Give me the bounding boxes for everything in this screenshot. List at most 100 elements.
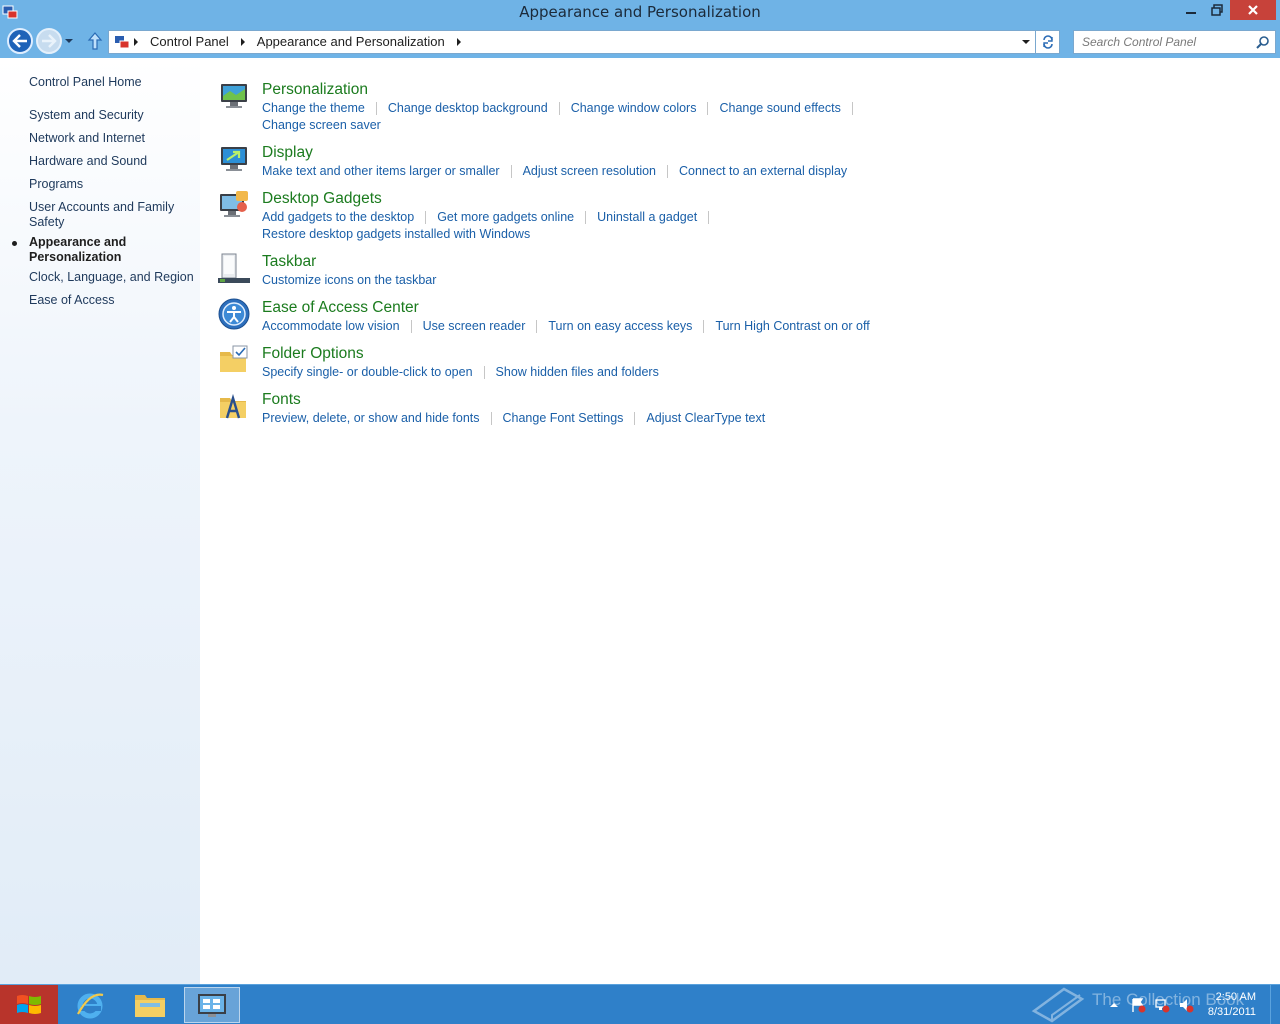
internet-explorer-button[interactable] [62, 987, 118, 1023]
personalization-icon[interactable] [218, 80, 250, 112]
separator [585, 211, 587, 224]
change-screen-saver-link[interactable]: Change screen saver [262, 117, 381, 134]
task-line: Add gadgets to the desktop Get more gadg… [262, 209, 882, 226]
taskbar-title[interactable]: Taskbar [262, 252, 882, 272]
fonts-title[interactable]: Fonts [262, 390, 882, 410]
preview-fonts-link[interactable]: Preview, delete, or show and hide fonts [262, 410, 480, 427]
sidebar: Control Panel Home System and Security N… [0, 58, 200, 984]
sidebar-item-network-and-internet[interactable]: Network and Internet [29, 131, 194, 146]
separator [375, 102, 377, 115]
breadcrumb-control-panel[interactable]: Control Panel [142, 31, 237, 53]
separator [707, 102, 709, 115]
separator [510, 165, 512, 178]
taskbar: The Collection Book 2:50 AM 8/31/2011 [0, 984, 1280, 1024]
separator [634, 412, 636, 425]
title-bar: Appearance and Personalization [0, 0, 1280, 26]
control-panel-taskbar-button[interactable] [184, 987, 240, 1023]
task-line: Change screen saver [262, 117, 882, 134]
close-icon[interactable] [1230, 0, 1276, 20]
adjust-screen-resolution-link[interactable]: Adjust screen resolution [523, 163, 656, 180]
action-center-flag-icon[interactable] [1130, 997, 1146, 1013]
file-explorer-icon [135, 995, 165, 1017]
notification-area [1106, 997, 1194, 1013]
minimize-icon[interactable] [1178, 0, 1204, 20]
separator [703, 320, 705, 333]
get-more-gadgets-link[interactable]: Get more gadgets online [437, 209, 574, 226]
search-input[interactable] [1074, 31, 1244, 53]
chevron-right-icon[interactable] [453, 30, 465, 54]
separator [490, 412, 492, 425]
sidebar-item-ease-of-access[interactable]: Ease of Access [29, 293, 194, 308]
ease-of-access-icon[interactable] [218, 298, 250, 330]
fonts-icon[interactable] [218, 390, 250, 422]
sidebar-item-clock-language-region[interactable]: Clock, Language, and Region [29, 270, 194, 285]
restore-gadgets-link[interactable]: Restore desktop gadgets installed with W… [262, 226, 530, 243]
file-explorer-button[interactable] [122, 987, 178, 1023]
show-hidden-files-link[interactable]: Show hidden files and folders [496, 364, 659, 381]
volume-muted-icon[interactable] [1178, 997, 1194, 1013]
task-line: Preview, delete, or show and hide fonts … [262, 410, 882, 427]
single-double-click-link[interactable]: Specify single- or double-click to open [262, 364, 473, 381]
restore-icon[interactable] [1204, 0, 1230, 20]
refresh-icon [1042, 35, 1053, 49]
show-hidden-icons-icon[interactable] [1106, 997, 1122, 1013]
display-icon[interactable] [218, 143, 250, 175]
desktop-gadgets-icon[interactable] [218, 189, 250, 221]
folder-options-title[interactable]: Folder Options [262, 344, 882, 364]
separator [667, 165, 668, 178]
folder-options-icon[interactable] [218, 344, 250, 376]
change-the-theme-link[interactable]: Change the theme [262, 100, 365, 117]
sidebar-item-hardware-and-sound[interactable]: Hardware and Sound [29, 154, 194, 169]
search-box[interactable] [1073, 30, 1276, 54]
separator [483, 366, 485, 379]
easy-access-keys-link[interactable]: Turn on easy access keys [548, 318, 692, 335]
desktop-gadgets-title[interactable]: Desktop Gadgets [262, 189, 882, 209]
change-sound-effects-link[interactable]: Change sound effects [719, 100, 840, 117]
back-button[interactable] [7, 28, 33, 54]
connect-external-display-link[interactable]: Connect to an external display [679, 163, 847, 180]
window-controls [1178, 0, 1276, 20]
change-desktop-background-link[interactable]: Change desktop background [388, 100, 548, 117]
refresh-button[interactable] [1036, 30, 1060, 54]
uninstall-gadget-link[interactable]: Uninstall a gadget [597, 209, 697, 226]
watermark: The Collection Book [1030, 985, 1244, 1024]
accommodate-low-vision-link[interactable]: Accommodate low vision [262, 318, 400, 335]
control-panel-icon [115, 36, 130, 49]
recent-pages-dropdown-icon[interactable] [62, 34, 76, 48]
sidebar-item-programs[interactable]: Programs [29, 177, 194, 192]
address-history-dropdown-icon[interactable] [1021, 37, 1031, 47]
task-line: Specify single- or double-click to open … [262, 364, 882, 381]
display-title[interactable]: Display [262, 143, 882, 163]
chevron-right-icon[interactable] [130, 30, 142, 54]
forward-button[interactable] [36, 28, 62, 54]
ease-of-access-title[interactable]: Ease of Access Center [262, 298, 882, 318]
use-screen-reader-link[interactable]: Use screen reader [423, 318, 526, 335]
control-panel-icon [198, 994, 226, 1017]
up-arrow-icon[interactable] [86, 31, 104, 51]
start-button[interactable] [0, 985, 58, 1024]
taskbar-icon[interactable] [218, 252, 250, 284]
adjust-cleartype-link[interactable]: Adjust ClearType text [646, 410, 765, 427]
sidebar-item-user-accounts[interactable]: User Accounts and Family Safety [29, 200, 179, 230]
add-gadgets-link[interactable]: Add gadgets to the desktop [262, 209, 414, 226]
separator [851, 102, 853, 115]
main-content: Personalization Change the theme Change … [200, 58, 1280, 984]
sidebar-item-control-panel-home[interactable]: Control Panel Home [29, 75, 194, 90]
sidebar-item-system-and-security[interactable]: System and Security [29, 108, 194, 123]
personalization-title[interactable]: Personalization [262, 80, 882, 100]
show-desktop-button[interactable] [1270, 985, 1280, 1024]
customize-taskbar-icons-link[interactable]: Customize icons on the taskbar [262, 272, 436, 289]
clock[interactable]: 2:50 AM 8/31/2011 [1196, 990, 1256, 1020]
task-line: Accommodate low vision Use screen reader… [262, 318, 882, 335]
network-icon[interactable] [1154, 997, 1170, 1013]
search-icon[interactable] [1256, 35, 1270, 49]
change-font-settings-link[interactable]: Change Font Settings [503, 410, 624, 427]
high-contrast-link[interactable]: Turn High Contrast on or off [715, 318, 869, 335]
make-text-larger-link[interactable]: Make text and other items larger or smal… [262, 163, 500, 180]
breadcrumb-appearance[interactable]: Appearance and Personalization [249, 31, 453, 53]
address-bar[interactable]: Control Panel Appearance and Personaliza… [108, 30, 1036, 54]
chevron-right-icon[interactable] [237, 30, 249, 54]
back-arrow-icon [12, 34, 27, 48]
change-window-colors-link[interactable]: Change window colors [571, 100, 697, 117]
separator [536, 320, 538, 333]
